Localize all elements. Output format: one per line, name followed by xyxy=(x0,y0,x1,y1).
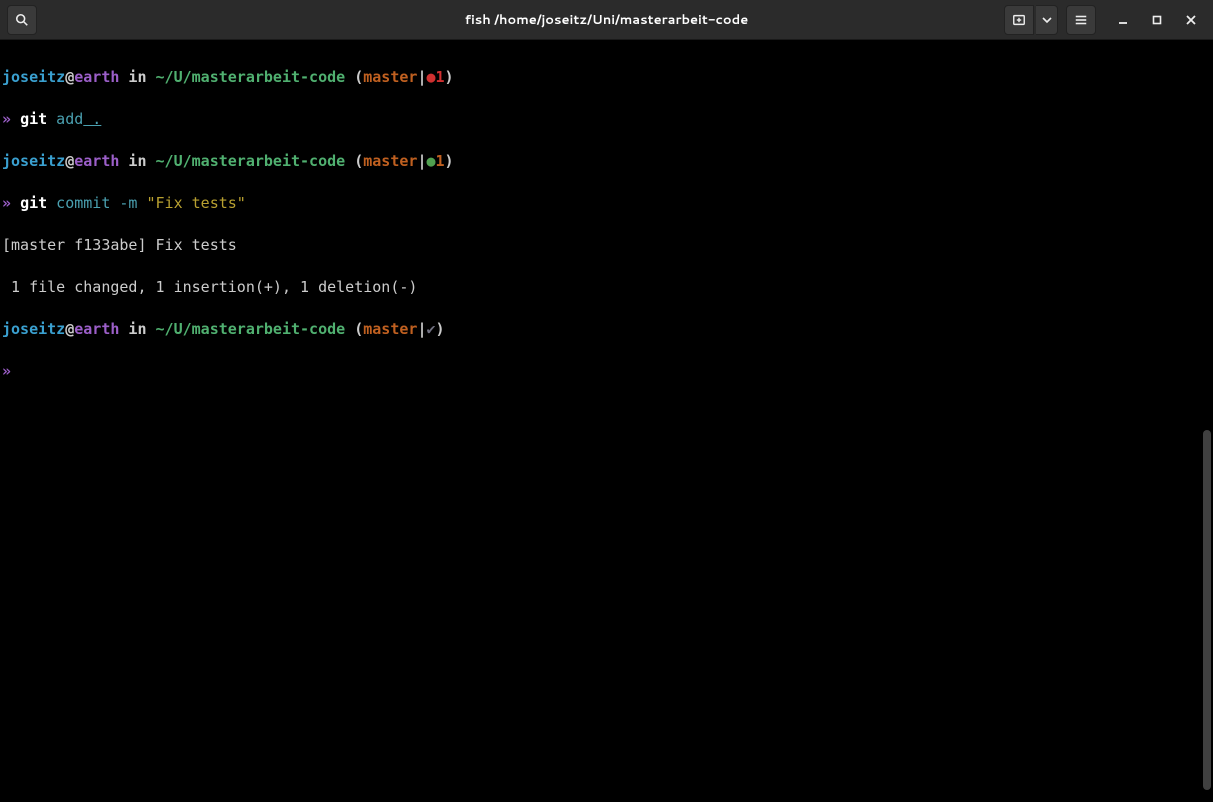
window-title: fish /home/joseitz/Uni/masterarbeit-code xyxy=(465,11,749,29)
output-line-1: [master f133abe] Fix tests xyxy=(2,235,1211,256)
command-line-3: » xyxy=(2,361,1211,382)
prompt-path: ~/U/masterarbeit-code xyxy=(156,68,346,86)
prompt-paren-close: ) xyxy=(436,320,445,338)
prompt-paren-open: ( xyxy=(345,68,363,86)
prompt-paren-open: ( xyxy=(345,320,363,338)
prompt-paren-open: ( xyxy=(345,152,363,170)
prompt-user: joseitz xyxy=(2,152,65,170)
prompt-in: in xyxy=(119,320,155,338)
new-tab-dropdown[interactable] xyxy=(1036,5,1058,35)
search-button[interactable] xyxy=(7,5,37,35)
prompt-line-1: joseitz@earth in ~/U/masterarbeit-code (… xyxy=(2,67,1211,88)
menu-button[interactable] xyxy=(1066,5,1096,35)
titlebar-right xyxy=(1002,5,1208,35)
output-line-2: 1 file changed, 1 insertion(+), 1 deleti… xyxy=(2,277,1211,298)
close-button[interactable] xyxy=(1176,5,1206,35)
prompt-at: @ xyxy=(65,152,74,170)
prompt-paren-close: ) xyxy=(445,68,454,86)
prompt-user: joseitz xyxy=(2,320,65,338)
cmd-commit-msg: "Fix tests" xyxy=(137,194,245,212)
titlebar: fish /home/joseitz/Uni/masterarbeit-code xyxy=(0,0,1213,40)
prompt-host: earth xyxy=(74,152,119,170)
prompt-in: in xyxy=(119,152,155,170)
prompt-caret: » xyxy=(2,362,20,380)
prompt-at: @ xyxy=(65,320,74,338)
prompt-path: ~/U/masterarbeit-code xyxy=(156,152,346,170)
prompt-at: @ xyxy=(65,68,74,86)
prompt-line-2: joseitz@earth in ~/U/masterarbeit-code (… xyxy=(2,151,1211,172)
prompt-host: earth xyxy=(74,320,119,338)
command-line-1: » git add . xyxy=(2,109,1211,130)
prompt-path: ~/U/masterarbeit-code xyxy=(156,320,346,338)
git-dirty-count: 1 xyxy=(436,68,445,86)
cmd-git: git xyxy=(20,194,47,212)
hamburger-icon xyxy=(1074,13,1088,27)
search-icon xyxy=(15,13,29,27)
prompt-in: in xyxy=(119,68,155,86)
git-dirty-dot-icon: ● xyxy=(426,68,435,86)
maximize-icon xyxy=(1152,15,1162,25)
cmd-git: git xyxy=(20,110,47,128)
cmd-commit: commit -m xyxy=(47,194,137,212)
prompt-host: earth xyxy=(74,68,119,86)
git-staged-count: 1 xyxy=(436,152,445,170)
git-clean-check-icon: ✔ xyxy=(426,320,435,338)
scrollbar-thumb[interactable] xyxy=(1203,430,1211,790)
prompt-caret: » xyxy=(2,194,20,212)
minimize-icon xyxy=(1118,15,1128,25)
new-tab-group xyxy=(1002,5,1060,35)
terminal-content[interactable]: joseitz@earth in ~/U/masterarbeit-code (… xyxy=(0,40,1213,409)
prompt-caret: » xyxy=(2,110,20,128)
prompt-branch: master xyxy=(363,152,417,170)
command-line-2: » git commit -m "Fix tests" xyxy=(2,193,1211,214)
prompt-branch: master xyxy=(363,320,417,338)
git-staged-dot-icon: ● xyxy=(426,152,435,170)
chevron-down-icon xyxy=(1042,15,1052,25)
prompt-paren-close: ) xyxy=(445,152,454,170)
prompt-branch: master xyxy=(363,68,417,86)
maximize-button[interactable] xyxy=(1142,5,1172,35)
minimize-button[interactable] xyxy=(1108,5,1138,35)
close-icon xyxy=(1186,15,1196,25)
prompt-user: joseitz xyxy=(2,68,65,86)
new-tab-icon xyxy=(1012,13,1026,27)
prompt-line-3: joseitz@earth in ~/U/masterarbeit-code (… xyxy=(2,319,1211,340)
cmd-add-arg: . xyxy=(83,110,101,128)
new-tab-button[interactable] xyxy=(1004,5,1034,35)
cmd-add: add xyxy=(47,110,83,128)
